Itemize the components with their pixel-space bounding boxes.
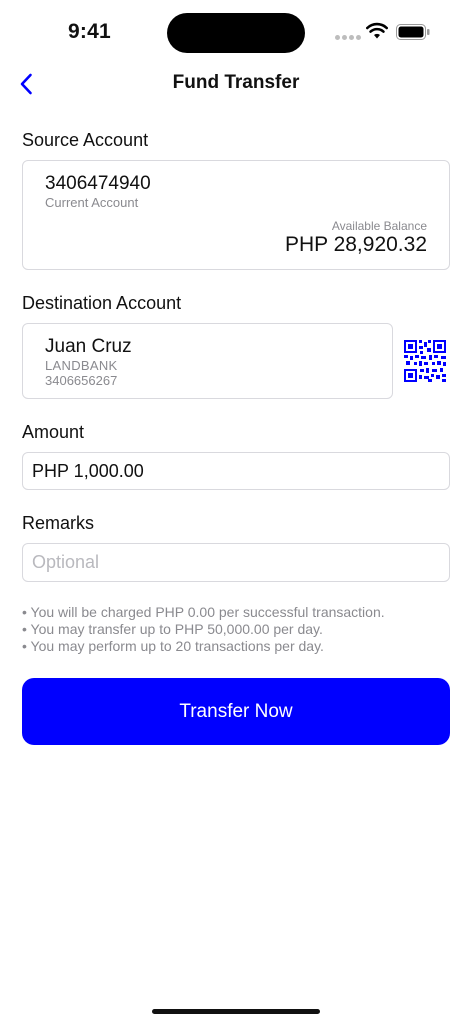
destination-account-number: 3406656267 (45, 373, 118, 388)
note-daily-limit: • You may transfer up to PHP 50,000.00 p… (22, 621, 323, 637)
destination-bank: LANDBANK (45, 358, 118, 373)
destination-account-card[interactable]: Juan Cruz LANDBANK 3406656267 (22, 323, 393, 399)
dynamic-island (167, 13, 305, 53)
transfer-now-button[interactable]: Transfer Now (22, 678, 450, 745)
remarks-input[interactable] (22, 543, 450, 582)
amount-label: Amount (22, 422, 85, 442)
note-fee: • You will be charged PHP 0.00 per succe… (22, 604, 385, 620)
wifi-icon (366, 22, 388, 39)
amount-input[interactable] (22, 452, 450, 490)
page-title: Fund Transfer (172, 72, 300, 93)
note-transaction-count: • You may perform up to 20 transactions … (22, 638, 324, 654)
source-account-label: Source Account (22, 130, 149, 150)
qr-code-icon[interactable] (404, 340, 446, 382)
battery-icon (396, 24, 430, 40)
available-balance-label: Available Balance (331, 219, 427, 233)
source-account-card[interactable]: 3406474940 Current Account Available Bal… (22, 160, 450, 270)
destination-account-label: Destination Account (22, 293, 182, 313)
status-time: 9:41 (68, 20, 111, 43)
destination-name: Juan Cruz (45, 336, 132, 357)
transaction-notes: • You will be charged PHP 0.00 per succe… (22, 604, 385, 655)
fund-transfer-screen: 9:41 Fund Transfer Source Account 340647… (0, 0, 472, 1024)
home-indicator[interactable] (152, 1009, 320, 1014)
remarks-label: Remarks (22, 513, 95, 533)
available-balance-value: PHP 28,920.32 (284, 233, 427, 256)
source-account-number: 3406474940 (45, 173, 151, 194)
cellular-signal-icon (335, 35, 361, 40)
source-account-type: Current Account (45, 195, 139, 210)
